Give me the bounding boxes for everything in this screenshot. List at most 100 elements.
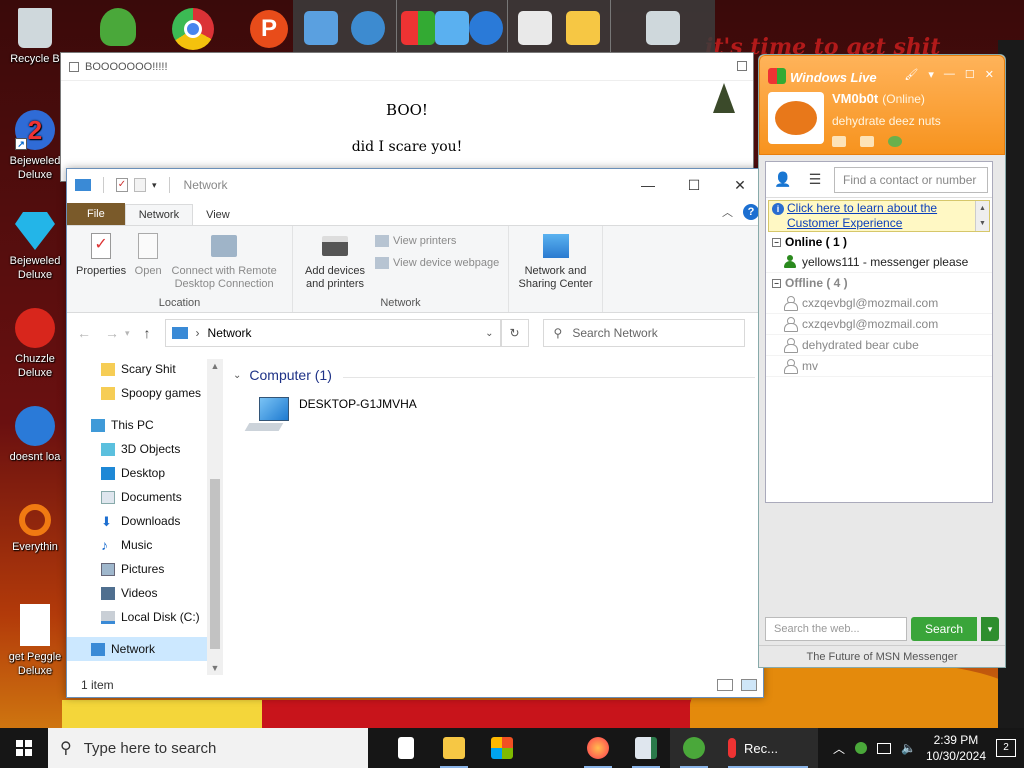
refresh-button[interactable]: ↻ [500,319,529,347]
web-search-button[interactable]: Search [910,617,978,641]
desktop-icon-bejeweled-2[interactable]: 2 ↗ Bejeweled Deluxe [4,110,66,182]
find-contact-input[interactable]: Find a contact or number [834,166,988,193]
desktop-icon-peggle[interactable]: get Peggle Deluxe [4,604,66,678]
desktop-icon-everything[interactable]: Everythin [4,504,66,554]
tab-network[interactable]: Network [124,204,194,225]
up-arrow-icon[interactable]: ↑ [144,325,151,341]
taskbar-firefox[interactable] [574,728,622,768]
taskbar-store[interactable] [478,728,526,768]
computer-item[interactable]: DESKTOP-G1JMVHA [244,395,417,435]
launcher-slot-3[interactable] [508,0,612,56]
web-search-input[interactable]: Search the web... [765,617,907,641]
nav-item-desktop[interactable]: Desktop [67,461,223,485]
properties-check-icon[interactable]: ✓ [116,178,128,192]
nav-item-network[interactable]: Network [67,637,223,661]
help-icon[interactable]: ? [743,204,759,220]
group-header-computer[interactable]: ⌄ Computer (1) [233,367,332,383]
taskbar-boo-app[interactable] [622,728,670,768]
network-sharing-center-button[interactable]: Network and Sharing Center [515,230,596,312]
contact-offline[interactable]: cxzqevbgl@mozmail.com [766,293,992,314]
new-folder-icon[interactable] [134,178,146,192]
msn-tray-icon[interactable] [854,742,867,754]
launcher-slot-1[interactable] [293,0,397,56]
taskbar-msn[interactable] [670,728,718,768]
taskbar-recorder[interactable]: Rec... [718,728,818,768]
taskbar-file-explorer[interactable] [430,728,478,768]
nav-item-local-disk[interactable]: Local Disk (C:) [67,605,223,629]
desktop-icon-chuzzle[interactable]: Chuzzle Deluxe [4,308,66,380]
desktop-icon-chrome[interactable] [172,8,216,52]
scroll-down-icon[interactable]: ▼ [207,663,223,673]
display-picture[interactable] [768,92,824,144]
nav-item-videos[interactable]: Videos [67,581,223,605]
taskbar-search-box[interactable]: ⚲ Type here to search [48,728,368,768]
close-button[interactable]: ✕ [717,169,763,201]
search-input[interactable]: ⚲ Search Network [542,319,745,347]
desktop-icon-recycle-bin[interactable]: Recycle B [4,8,66,66]
customer-experience-link[interactable]: Click here to learn about the Customer E… [787,201,937,230]
add-contact-icon[interactable]: 👤 [770,170,796,190]
paint-theme-icon[interactable]: 🖌 [904,68,918,81]
recent-locations-chevron-icon[interactable]: ▾ [125,328,130,339]
explorer-titlebar[interactable]: ✓ ▾ Network — ☐ ✕ [67,169,763,201]
large-icons-view-icon[interactable] [741,679,757,691]
tab-file[interactable]: File [67,203,125,225]
boo-titlebar[interactable]: BOOOOOOO!!!!! [61,53,753,81]
xbox-icon[interactable] [888,136,902,147]
spaces-icon[interactable] [860,136,874,147]
forward-arrow-icon[interactable]: → [105,325,119,341]
nav-item-this-pc[interactable]: This PC [67,413,223,437]
view-printers-button[interactable]: View printers [375,230,499,252]
close-button[interactable]: ✕ [985,68,994,81]
nav-item-music[interactable]: ♪ Music [67,533,223,557]
nav-item-scary-shit[interactable]: Scary Shit [67,357,223,381]
minimize-button[interactable]: — [625,169,671,201]
launcher-slot-2[interactable] [397,0,508,56]
contact-offline[interactable]: mv [766,356,992,377]
nav-item-pictures[interactable]: Pictures [67,557,223,581]
desktop-icon-bejeweled[interactable]: Bejeweled Deluxe [4,210,66,282]
breadcrumb[interactable]: Network [208,326,478,340]
nav-item-downloads[interactable]: ⬇ Downloads [67,509,223,533]
launcher-slot-4[interactable] [611,0,715,56]
network-tray-icon[interactable] [876,742,891,754]
minimize-button[interactable]: — [944,68,955,81]
notification-center-button[interactable]: 2 [996,739,1016,757]
info-scroll[interactable]: ▲ ▼ [975,201,989,231]
desktop-icon-msn[interactable] [96,8,140,48]
clock[interactable]: 2:39 PM 10/30/2024 [926,732,986,764]
mail-icon[interactable] [832,136,846,147]
customize-toolbar-icon[interactable]: ▾ [152,180,157,191]
start-button[interactable] [0,728,48,768]
nav-item-spoopy-games[interactable]: Spoopy games [67,381,223,405]
maximize-button[interactable]: ☐ [965,68,975,81]
desktop-icon-peggle-p[interactable]: P [250,10,292,50]
search-options-chevron-icon[interactable]: ▾ [981,617,1000,641]
scrollbar-thumb[interactable] [210,479,220,649]
tab-view[interactable]: View [193,205,243,225]
address-dropdown-icon[interactable]: ⌄ [485,328,493,339]
contact-offline[interactable]: cxzqevbgl@mozmail.com [766,314,992,335]
view-device-webpage-button[interactable]: View device webpage [375,252,499,274]
list-view-icon[interactable]: ☰ [802,170,828,190]
personal-message[interactable]: dehydrate deez nuts [832,114,941,128]
desktop-icon-thunderbird[interactable]: doesnt loa [4,406,66,464]
group-offline[interactable]: − Offline ( 4 ) [766,273,992,293]
back-arrow-icon[interactable]: ← [77,325,91,341]
show-hidden-icons-chevron-icon[interactable]: ︿ [833,740,845,757]
details-view-icon[interactable] [717,679,733,691]
nav-item-documents[interactable]: Documents [67,485,223,509]
maximize-icon[interactable] [737,61,747,71]
maximize-button[interactable]: ☐ [671,169,717,201]
nav-item-3d-objects[interactable]: 3D Objects [67,437,223,461]
address-box[interactable]: › Network ⌄ [164,319,501,347]
collapse-ribbon-icon[interactable]: ︿ [722,204,733,220]
volume-icon[interactable]: 🔈 [901,741,916,755]
contact-offline[interactable]: dehydrated bear cube [766,335,992,356]
display-name[interactable]: VM0b0t (Online) [832,91,925,106]
presence-status[interactable]: (Online) [882,92,925,106]
contact-online[interactable]: yellows111 - messenger please [766,252,992,273]
menu-chevron-icon[interactable]: ▾ [928,68,934,81]
group-online[interactable]: − Online ( 1 ) [766,232,992,252]
scroll-up-icon[interactable]: ▲ [207,361,223,371]
